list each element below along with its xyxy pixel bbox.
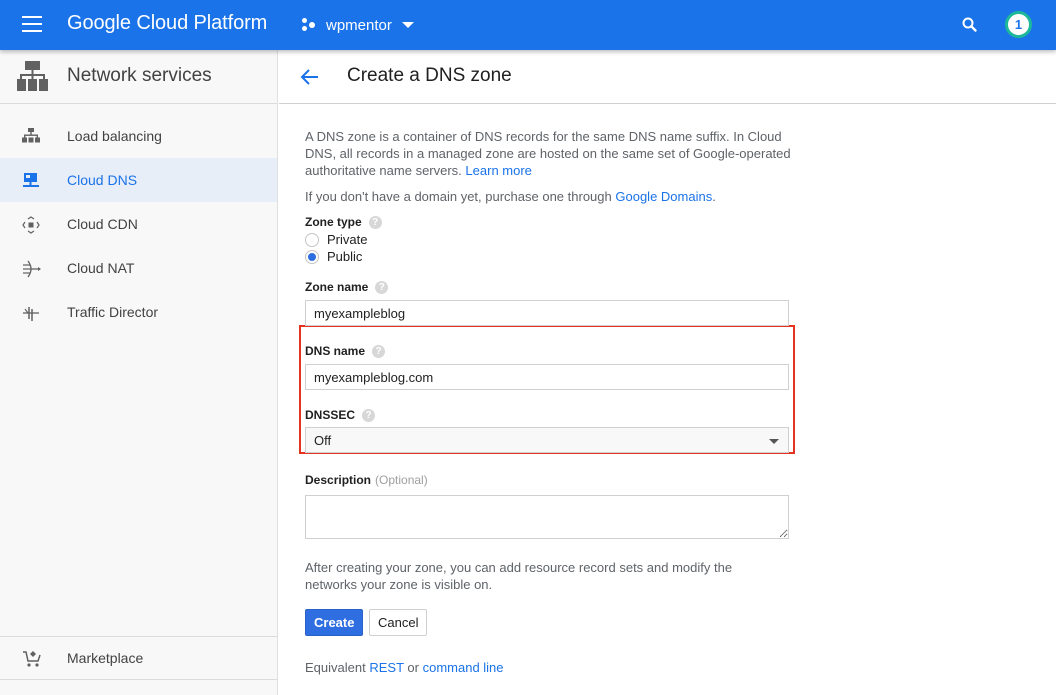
project-selector[interactable]: wpmentor: [302, 14, 414, 36]
radio-unchecked-icon[interactable]: [305, 232, 319, 247]
zone-name-label: Zone name ?: [305, 280, 389, 294]
network-services-icon: [17, 61, 48, 96]
sidebar: Network services Load balancing Cloud DN…: [0, 50, 278, 695]
dns-name-input[interactable]: [305, 364, 789, 390]
sidebar-item-traffic-director[interactable]: Traffic Director: [0, 290, 277, 334]
traffic-director-icon: [22, 304, 40, 321]
main-content: Create a DNS zone A DNS zone is a contai…: [279, 50, 1056, 695]
sidebar-item-cloud-cdn[interactable]: Cloud CDN: [0, 202, 277, 246]
command-line-link[interactable]: command line: [423, 660, 504, 675]
dns-name-label: DNS name ?: [305, 344, 386, 358]
sidebar-item-label: Cloud DNS: [67, 172, 138, 188]
load-balancing-icon: [22, 128, 40, 144]
sidebar-item-label: Load balancing: [67, 128, 162, 144]
sidebar-nav: Load balancing Cloud DNS Cloud CDN Cloud…: [0, 114, 277, 334]
help-icon[interactable]: ?: [375, 280, 389, 294]
zone-name-label-text: Zone name: [305, 280, 369, 294]
project-icon: [302, 18, 316, 32]
help-icon[interactable]: ?: [368, 215, 382, 229]
marketplace-cart-icon: [22, 650, 42, 673]
sidebar-item-load-balancing[interactable]: Load balancing: [0, 114, 277, 158]
cloud-dns-icon: [22, 172, 40, 188]
domain-text: If you don't have a domain yet, purchase…: [305, 188, 716, 205]
project-name: wpmentor: [326, 16, 392, 34]
optional-hint: (Optional): [375, 473, 428, 487]
brand-title[interactable]: Google Cloud Platform: [67, 12, 267, 35]
radio-checked-icon[interactable]: [305, 249, 319, 264]
sidebar-header: Network services: [0, 50, 277, 104]
menu-hamburger-icon[interactable]: [22, 16, 42, 32]
or-label: or: [407, 660, 419, 675]
top-app-bar: Google Cloud Platform wpmentor 1: [0, 0, 1056, 50]
equivalent-text: Equivalent REST or command line: [305, 659, 504, 676]
caret-down-icon: [401, 22, 414, 28]
sidebar-item-cloud-nat[interactable]: Cloud NAT: [0, 246, 277, 290]
rest-link[interactable]: REST: [369, 660, 403, 675]
domain-paragraph: If you don't have a domain yet, purchase…: [305, 189, 612, 204]
cloud-cdn-icon: [22, 216, 40, 234]
intro-text: A DNS zone is a container of DNS records…: [305, 128, 795, 179]
radio-label: Private: [327, 232, 368, 247]
equivalent-label: Equivalent: [305, 660, 366, 675]
intro-paragraph: A DNS zone is a container of DNS records…: [305, 129, 791, 178]
help-icon[interactable]: ?: [372, 344, 386, 358]
search-icon[interactable]: [960, 15, 980, 35]
zone-type-label: Zone type ?: [305, 215, 382, 229]
sidebar-item-label: Traffic Director: [67, 304, 159, 320]
zone-type-label-text: Zone type: [305, 215, 362, 229]
description-label-text: Description: [305, 473, 372, 487]
sidebar-item-label: Marketplace: [67, 650, 144, 666]
sidebar-item-marketplace[interactable]: Marketplace: [0, 636, 277, 680]
dnssec-label: DNSSEC ?: [305, 408, 376, 422]
learn-more-link[interactable]: Learn more: [465, 163, 531, 178]
zone-type-public-radio[interactable]: Public: [305, 248, 362, 265]
after-create-text: After creating your zone, you can add re…: [305, 560, 733, 592]
create-button[interactable]: Create: [305, 609, 364, 636]
cancel-button[interactable]: Cancel: [369, 609, 428, 636]
description-label: Description (Optional): [305, 473, 428, 487]
sidebar-title: Network services: [67, 65, 212, 86]
notification-badge[interactable]: 1: [1005, 11, 1032, 38]
zone-name-input[interactable]: [305, 300, 789, 326]
dnssec-select[interactable]: Off: [305, 427, 789, 453]
description-textarea[interactable]: [305, 495, 789, 539]
sidebar-item-cloud-dns[interactable]: Cloud DNS: [0, 158, 277, 202]
radio-label: Public: [327, 249, 363, 264]
cloud-nat-icon: [22, 260, 41, 278]
google-domains-link[interactable]: Google Domains: [615, 189, 712, 204]
domain-suffix: .: [712, 189, 716, 204]
back-arrow-icon[interactable]: [299, 66, 321, 88]
dns-name-label-text: DNS name: [305, 344, 366, 358]
sidebar-item-label: Cloud CDN: [67, 216, 138, 232]
zone-type-private-radio[interactable]: Private: [305, 231, 367, 248]
page-header: Create a DNS zone: [279, 50, 1056, 104]
help-icon[interactable]: ?: [362, 408, 376, 422]
dnssec-selected-value: Off: [314, 433, 332, 448]
sidebar-item-label: Cloud NAT: [67, 260, 135, 276]
page-title: Create a DNS zone: [347, 65, 512, 86]
dropdown-caret-icon: [769, 439, 779, 444]
dnssec-label-text: DNSSEC: [305, 408, 356, 422]
